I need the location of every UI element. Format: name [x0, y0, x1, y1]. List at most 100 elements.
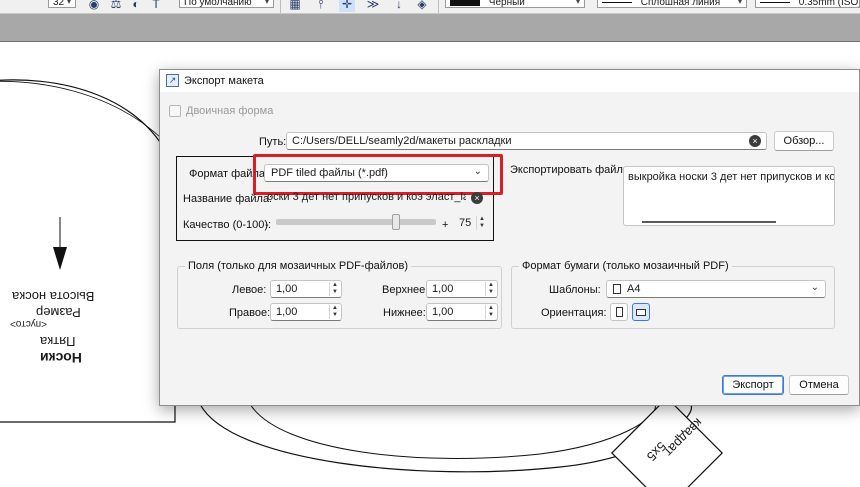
- portrait-icon: [616, 307, 623, 317]
- view-mode-value: По умолчанию: [184, 0, 252, 8]
- shear-icon[interactable]: ≫: [365, 0, 381, 12]
- cancel-button[interactable]: Отмена: [789, 375, 849, 395]
- export-files-list[interactable]: выкройка носки 3 дет нет припусков и коэ…: [623, 166, 835, 226]
- text-tool-icon[interactable]: T: [148, 0, 164, 12]
- export-files-label: Экспортировать файлы:: [510, 164, 634, 176]
- piece-label-height: Высота носка: [12, 289, 95, 304]
- arrow-down-icon[interactable]: ↓: [391, 0, 407, 12]
- arrow-down-icon[interactable]: ▼: [486, 289, 496, 296]
- page-icon: [613, 284, 621, 294]
- top-toolbar: 32 ▾ ◉ ⚖ ◐ T По умолчанию ▾ ▦ ⫯ ✛ ≫ ↓ ◈ …: [0, 0, 860, 14]
- top-margin-spinbox[interactable]: 1,00 ▲ ▼: [426, 280, 498, 298]
- circle-tool-icon[interactable]: ◉: [86, 0, 102, 12]
- line-sample: [602, 1, 632, 3]
- file-name-value: оски 3 дет нет припусков и коэ эласт_lay…: [267, 191, 466, 203]
- file-name-input[interactable]: оски 3 дет нет припусков и коэ эласт_lay…: [262, 189, 466, 207]
- templates-label: Шаблоны:: [549, 284, 601, 296]
- line-type-value: Сплошная линия: [640, 0, 721, 8]
- export-layout-dialog: ↗ Экспорт макета Двоичная форма Путь: C:…: [159, 69, 860, 406]
- arrow-down-icon[interactable]: ▼: [486, 312, 496, 319]
- landscape-icon: [636, 309, 646, 316]
- path-label: Путь:: [259, 136, 287, 148]
- right-margin-spinbox[interactable]: 1,00 ▲ ▼: [270, 303, 342, 321]
- toolbar-separator: [280, 0, 281, 13]
- bottom-margin-spinbox[interactable]: 1,00 ▲ ▼: [426, 303, 498, 321]
- arrow-down-icon[interactable]: ▼: [330, 289, 340, 296]
- right-margin-spin-arrows[interactable]: ▲ ▼: [329, 305, 340, 319]
- list-scrollbar[interactable]: [642, 221, 776, 223]
- clear-file-name-icon[interactable]: ×: [471, 192, 483, 204]
- top-margin-value: 1,00: [432, 283, 454, 295]
- quality-spin-arrows[interactable]: ▲ ▼: [476, 216, 487, 230]
- contrast-icon[interactable]: ◐: [128, 0, 144, 12]
- bottom-margin-value: 1,00: [432, 306, 454, 318]
- quality-plus: +: [442, 219, 449, 231]
- left-margin-spinbox[interactable]: 1,00 ▲ ▼: [270, 280, 342, 298]
- arrow-up-icon[interactable]: ▲: [477, 216, 487, 223]
- arrow-up-icon[interactable]: ▲: [330, 282, 340, 289]
- piece-label-part: Пятка: [40, 334, 76, 349]
- chevron-down-icon: ▾: [264, 0, 269, 6]
- templates-combo[interactable]: A4 ⌄: [606, 280, 826, 298]
- bottom-margin-label: Нижнее:: [383, 307, 426, 319]
- arrow-down-icon[interactable]: ▼: [330, 312, 340, 319]
- chevron-down-icon: ▾: [66, 0, 71, 6]
- arrow-up-icon[interactable]: ▲: [486, 305, 496, 312]
- crosshair-icon[interactable]: ✛: [339, 0, 355, 12]
- size-value: 32: [53, 0, 65, 8]
- quality-label: Качество (0-100):: [183, 219, 272, 231]
- dialog-title: Экспорт макета: [184, 75, 264, 87]
- right-margin-value: 1,00: [276, 306, 298, 318]
- left-margin-value: 1,00: [276, 283, 298, 295]
- grid-icon[interactable]: ▦: [287, 0, 303, 12]
- quality-spinbox[interactable]: 75 ▲ ▼: [454, 215, 488, 233]
- line-type-combo[interactable]: Сплошная линия ▾: [597, 0, 747, 8]
- piece-label-name: Носки: [40, 350, 82, 366]
- toolbar-separator: [438, 0, 439, 13]
- export-button[interactable]: Экспорт: [722, 375, 784, 395]
- browse-button[interactable]: Обзор...: [774, 131, 834, 151]
- size-combo[interactable]: 32 ▾: [48, 0, 76, 8]
- quality-slider-thumb[interactable]: [392, 214, 400, 230]
- dialog-titlebar[interactable]: ↗ Экспорт макета: [160, 70, 859, 92]
- left-margin-label: Левое:: [232, 284, 267, 296]
- paper-format-group-title: Формат бумаги (только мозаичный PDF): [519, 260, 732, 272]
- tag-icon[interactable]: ◈: [414, 0, 430, 12]
- quality-value: 75: [459, 217, 472, 229]
- bottom-margin-spin-arrows[interactable]: ▲ ▼: [485, 305, 496, 319]
- arrow-up-icon[interactable]: ▲: [330, 305, 340, 312]
- chevron-down-icon: ▾: [737, 0, 742, 6]
- quality-slider[interactable]: [276, 219, 436, 225]
- path-input[interactable]: C:/Users/DELL/seamly2d/макеты раскладки: [286, 132, 767, 150]
- line-width-value: 0.35mm (ISO): [798, 0, 860, 8]
- scale-icon[interactable]: ⚖: [108, 0, 124, 12]
- top-margin-label: Верхнее:: [382, 284, 429, 296]
- quality-minus: -: [265, 219, 269, 231]
- color-value: Черный: [488, 0, 525, 8]
- left-margin-spin-arrows[interactable]: ▲ ▼: [329, 282, 340, 296]
- binary-form-checkbox[interactable]: [169, 105, 181, 117]
- path-value: C:/Users/DELL/seamly2d/макеты раскладки: [292, 135, 512, 147]
- pin-icon[interactable]: ⫯: [313, 0, 329, 12]
- color-swatch: [450, 0, 480, 6]
- portrait-orientation-button[interactable]: [610, 303, 628, 321]
- right-margin-label: Правое:: [229, 307, 271, 319]
- view-mode-combo[interactable]: По умолчанию ▾: [179, 0, 274, 8]
- template-value: A4: [627, 283, 641, 295]
- arrow-down-icon[interactable]: ▼: [477, 223, 487, 230]
- layout-sheet-band: [0, 14, 860, 42]
- arrow-up-icon[interactable]: ▲: [486, 282, 496, 289]
- export-file-item[interactable]: выкройка носки 3 дет нет припусков и коэ…: [628, 171, 834, 183]
- binary-form-label: Двоичная форма: [186, 105, 274, 117]
- margins-group-title: Поля (только для мозаичных PDF-файлов): [185, 260, 412, 272]
- chevron-down-icon: ▾: [575, 0, 580, 6]
- clear-path-icon[interactable]: ×: [749, 135, 761, 147]
- export-icon: ↗: [166, 74, 179, 87]
- top-margin-spin-arrows[interactable]: ▲ ▼: [485, 282, 496, 296]
- line-width-sample: [760, 1, 790, 3]
- landscape-orientation-button[interactable]: [632, 303, 650, 321]
- color-combo[interactable]: Черный ▾: [445, 0, 585, 8]
- piece-label-size: Размер: [36, 305, 81, 320]
- file-name-label: Название файла:: [183, 193, 273, 205]
- line-width-combo[interactable]: 0.35mm (ISO): [755, 0, 860, 8]
